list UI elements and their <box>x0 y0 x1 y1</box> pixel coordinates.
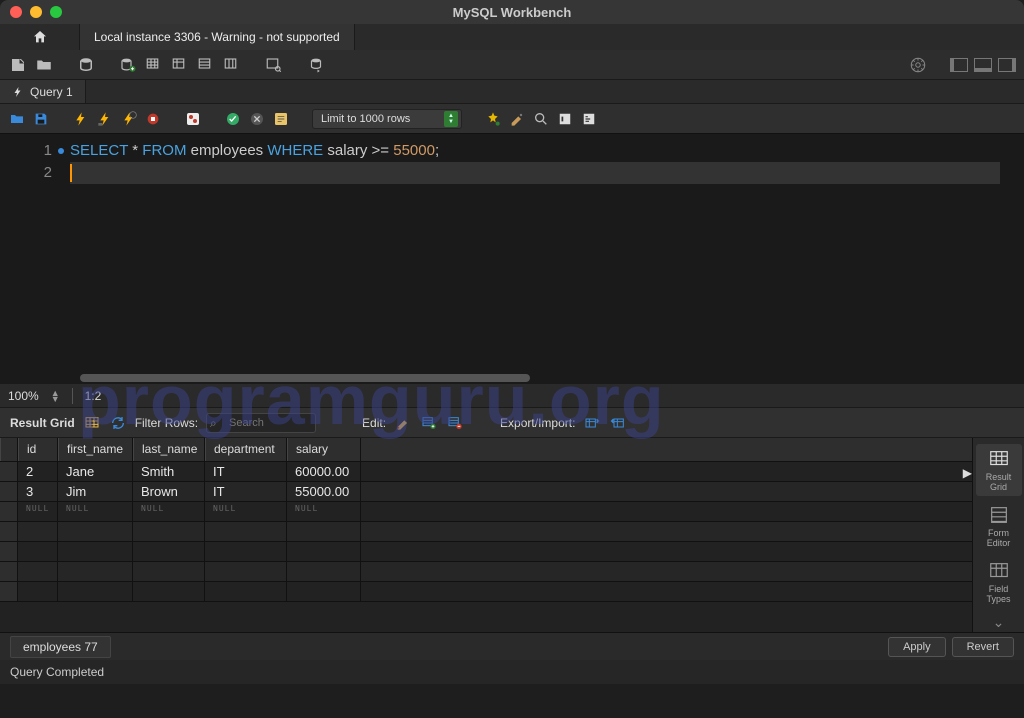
add-row-icon[interactable] <box>420 414 438 432</box>
refresh-icon[interactable] <box>109 414 127 432</box>
query-tabs: Query 1 <box>0 80 1024 104</box>
filter-rows-label: Filter Rows: <box>135 416 198 430</box>
side-panel-field-types[interactable]: Field Types <box>976 556 1022 608</box>
status-text: Query Completed <box>10 665 104 679</box>
wrap-icon[interactable] <box>556 110 574 128</box>
limit-rows-select[interactable]: Limit to 1000 rows ▲▼ <box>312 109 462 129</box>
query-tab[interactable]: Query 1 <box>0 80 86 103</box>
connection-tabs: Local instance 3306 - Warning - not supp… <box>0 24 1024 50</box>
limit-rows-label: Limit to 1000 rows <box>321 113 410 125</box>
stop-icon[interactable] <box>144 110 162 128</box>
result-toolbar: Result Grid Filter Rows: ⌕ Edit: Export/… <box>0 408 1024 438</box>
create-procedure-icon[interactable] <box>196 55 216 75</box>
table-row-empty <box>0 522 972 542</box>
create-table-icon[interactable] <box>144 55 164 75</box>
table-row-empty <box>0 562 972 582</box>
toggle-limit-icon[interactable] <box>272 110 290 128</box>
export-import-label: Export/Import: <box>500 416 575 430</box>
table-row-null[interactable]: NULL NULL NULL NULL NULL <box>0 502 972 522</box>
inspector-icon[interactable] <box>76 55 96 75</box>
side-panels: Result Grid Form Editor Field Types ⌄ <box>972 438 1024 632</box>
execute-icon[interactable] <box>72 110 90 128</box>
connection-tab-label: Local instance 3306 - Warning - not supp… <box>94 30 340 44</box>
zoom-stepper[interactable]: ▲▼ <box>51 390 60 402</box>
editor-code[interactable]: SELECT * FROM employees WHERE salary >= … <box>70 134 1024 384</box>
window-minimize-button[interactable] <box>30 6 42 18</box>
sql-editor[interactable]: 1 2 SELECT * FROM employees WHERE salary… <box>0 134 1024 384</box>
table-row-empty <box>0 582 972 602</box>
create-view-icon[interactable] <box>170 55 190 75</box>
col-header-id[interactable]: id <box>18 438 58 461</box>
invisible-chars-icon[interactable] <box>532 110 550 128</box>
editor-gutter: 1 2 <box>0 134 70 384</box>
zoom-bar: 100% ▲▼ 1:2 <box>0 384 1024 408</box>
toggle-left-panel-icon[interactable] <box>950 58 968 72</box>
table-row[interactable]: 2 Jane Smith IT 60000.00 <box>0 462 972 482</box>
delete-row-icon[interactable] <box>446 414 464 432</box>
settings-gear-icon[interactable] <box>908 55 928 75</box>
open-sql-file-icon[interactable] <box>34 55 54 75</box>
execute-current-icon[interactable] <box>96 110 114 128</box>
toggle-autocommit-icon[interactable] <box>184 110 202 128</box>
toggle-bottom-panel-icon[interactable] <box>974 58 992 72</box>
create-schema-icon[interactable] <box>118 55 138 75</box>
snippets-icon[interactable] <box>580 110 598 128</box>
window-close-button[interactable] <box>10 6 22 18</box>
edit-row-icon[interactable] <box>394 414 412 432</box>
side-panel-result-grid[interactable]: Result Grid <box>976 444 1022 496</box>
commit-icon[interactable] <box>224 110 242 128</box>
edit-label: Edit: <box>362 416 386 430</box>
open-file-icon[interactable] <box>8 110 26 128</box>
export-icon[interactable] <box>583 414 601 432</box>
table-row[interactable]: 3 Jim Brown IT 55000.00 <box>0 482 972 502</box>
search-icon: ⌕ <box>210 416 217 431</box>
save-file-icon[interactable] <box>32 110 50 128</box>
bottom-bar: employees 77 Apply Revert <box>0 632 1024 660</box>
main-toolbar <box>0 50 1024 80</box>
window-title: MySQL Workbench <box>453 5 572 20</box>
rollback-icon[interactable] <box>248 110 266 128</box>
query-toolbar: Limit to 1000 rows ▲▼ <box>0 104 1024 134</box>
result-tab[interactable]: employees 77 <box>10 636 111 658</box>
grid-icon <box>988 448 1010 470</box>
result-grid-view-icon[interactable] <box>83 414 101 432</box>
apply-button[interactable]: Apply <box>888 637 946 657</box>
result-grid[interactable]: id first_name last_name department salar… <box>0 438 972 632</box>
connection-tab[interactable]: Local instance 3306 - Warning - not supp… <box>80 24 355 50</box>
zoom-percent: 100% <box>8 389 39 403</box>
result-grid-label: Result Grid <box>10 416 75 430</box>
collapse-handle-icon[interactable]: ▶ <box>963 466 972 480</box>
new-sql-tab-icon[interactable] <box>8 55 28 75</box>
cursor-position: 1:2 <box>85 389 102 403</box>
col-header-department[interactable]: department <box>205 438 287 461</box>
grid-header: id first_name last_name department salar… <box>0 438 972 462</box>
window-zoom-button[interactable] <box>50 6 62 18</box>
filter-rows-input[interactable] <box>206 413 316 433</box>
explain-icon[interactable] <box>120 110 138 128</box>
toggle-right-panel-icon[interactable] <box>998 58 1016 72</box>
revert-button[interactable]: Revert <box>952 637 1014 657</box>
side-panel-form-editor[interactable]: Form Editor <box>976 500 1022 552</box>
status-bar: Query Completed <box>0 660 1024 684</box>
col-header-salary[interactable]: salary <box>287 438 361 461</box>
create-function-icon[interactable] <box>222 55 242 75</box>
form-icon <box>988 504 1010 526</box>
home-icon <box>32 29 48 45</box>
col-header-first-name[interactable]: first_name <box>58 438 133 461</box>
dropdown-stepper-icon: ▲▼ <box>444 111 458 127</box>
table-row-empty <box>0 542 972 562</box>
title-bar: MySQL Workbench <box>0 0 1024 24</box>
editor-horizontal-scrollbar[interactable] <box>80 374 530 382</box>
beautify-icon[interactable] <box>484 110 502 128</box>
query-tab-label: Query 1 <box>30 85 73 99</box>
bolt-icon <box>12 86 24 98</box>
col-header-last-name[interactable]: last_name <box>133 438 205 461</box>
field-types-icon <box>988 560 1010 582</box>
reconnect-icon[interactable] <box>306 55 326 75</box>
find-icon[interactable] <box>508 110 526 128</box>
import-icon[interactable] <box>609 414 627 432</box>
chevron-down-icon[interactable]: ⌄ <box>993 614 1005 631</box>
home-tab[interactable] <box>0 24 80 50</box>
search-table-icon[interactable] <box>264 55 284 75</box>
